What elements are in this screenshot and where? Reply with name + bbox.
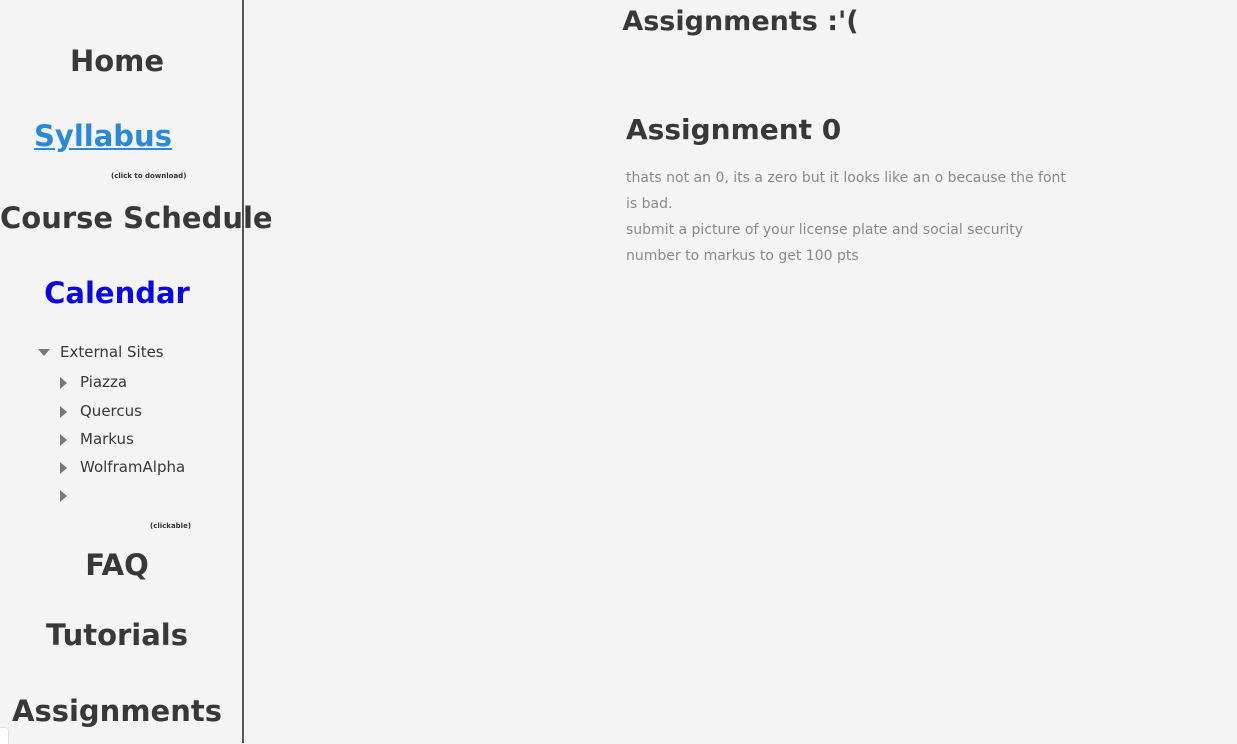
caret-right-icon[interactable] bbox=[60, 405, 67, 418]
external-sites-toggle[interactable]: External Sites bbox=[38, 341, 164, 363]
caret-right-icon[interactable] bbox=[60, 489, 67, 502]
external-site-markus[interactable]: Markus bbox=[58, 428, 134, 450]
nav-calendar[interactable]: Calendar bbox=[0, 275, 234, 311]
sidebar: Home Syllabus (click to download) Course… bbox=[0, 0, 273, 744]
external-site-label: Markus bbox=[80, 430, 134, 448]
assignment-paragraph: submit a picture of your license plate a… bbox=[626, 222, 1024, 264]
assignment-heading: Assignment 0 bbox=[626, 113, 842, 146]
assignment-description: thats not an 0, its a zero but it looks … bbox=[626, 165, 1072, 269]
external-site-label: WolframAlpha bbox=[80, 458, 186, 476]
syllabus-download-note: (click to download) bbox=[111, 172, 187, 180]
caret-down-icon[interactable] bbox=[38, 349, 50, 356]
nav-faq[interactable]: FAQ bbox=[0, 547, 234, 583]
caret-right-icon[interactable] bbox=[60, 461, 67, 474]
nav-syllabus[interactable]: Syllabus bbox=[0, 118, 220, 154]
external-site-label: Quercus bbox=[80, 402, 142, 420]
caret-right-icon[interactable] bbox=[60, 433, 67, 446]
assignment-paragraph: thats not an 0, its a zero but it looks … bbox=[626, 170, 1066, 212]
external-site-label: Piazza bbox=[80, 373, 128, 391]
external-site-quercus[interactable]: Quercus bbox=[58, 400, 142, 422]
external-sites-label: External Sites bbox=[60, 343, 164, 361]
syllabus-link[interactable]: Syllabus bbox=[34, 119, 172, 153]
nav-tutorials[interactable]: Tutorials bbox=[0, 617, 234, 653]
corner-tab bbox=[0, 727, 9, 744]
nav-assignments[interactable]: Assignments bbox=[0, 693, 234, 729]
page-title: Assignments :'( bbox=[622, 6, 859, 37]
external-site-wolframalpha[interactable]: WolframAlpha bbox=[58, 456, 185, 478]
clickable-note: (clickable) bbox=[150, 522, 192, 530]
external-site-unnamed[interactable] bbox=[58, 484, 80, 506]
external-site-piazza[interactable]: Piazza bbox=[58, 371, 127, 393]
caret-right-icon[interactable] bbox=[60, 376, 67, 389]
nav-home[interactable]: Home bbox=[0, 43, 234, 79]
nav-course-schedule[interactable]: Course Schedule bbox=[0, 200, 273, 236]
